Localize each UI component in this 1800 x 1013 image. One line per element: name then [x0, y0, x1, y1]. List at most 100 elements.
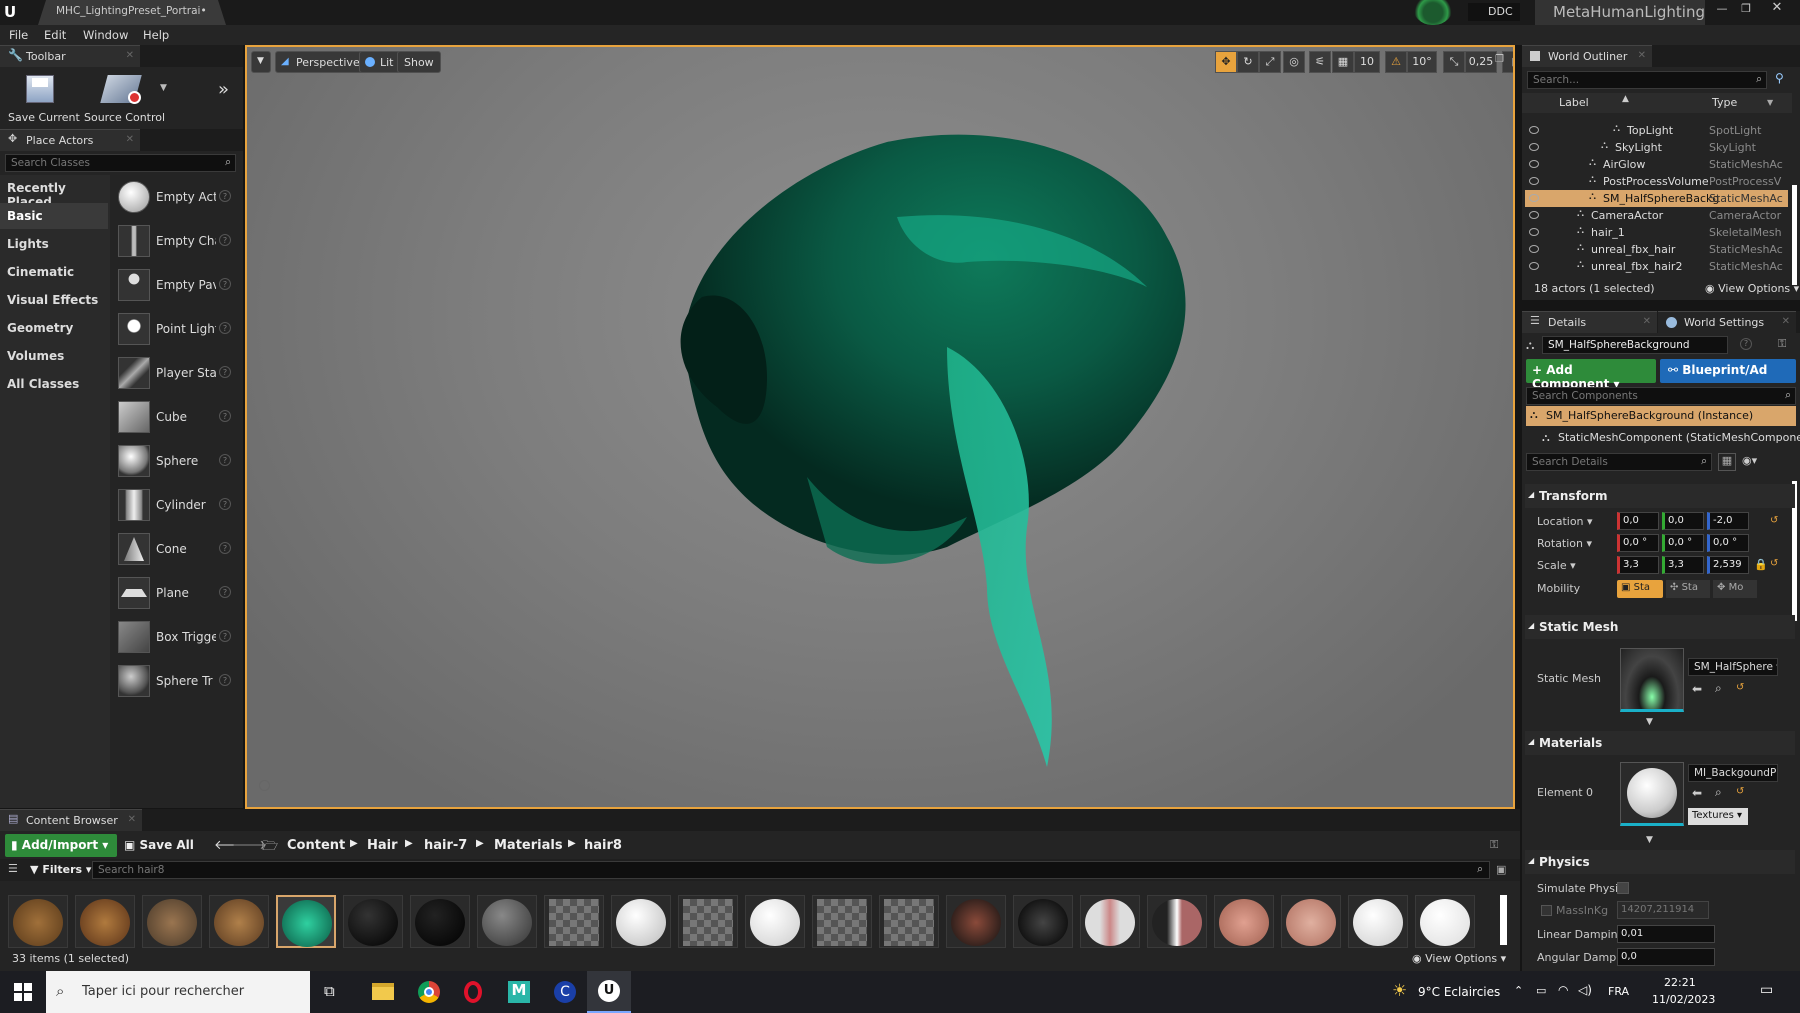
scale-snap-value[interactable]: 0,25 [1465, 51, 1497, 73]
location-z[interactable]: -2,0 [1707, 512, 1749, 530]
content-browser-tab[interactable]: ▤ Content Browser ✕ [0, 809, 142, 831]
lock-icon[interactable]: ⚿ [1490, 838, 1498, 852]
chevron-down-icon[interactable]: ▼ [160, 83, 167, 93]
details-tab[interactable]: ☰ Details ✕ [1522, 311, 1657, 333]
taskbar-search-box[interactable]: ⌕ Taper ici pour rechercher [46, 971, 310, 1013]
scale-snap-icon[interactable]: ⤡ [1443, 51, 1465, 73]
use-selected-arrow-icon[interactable]: ⬅ [1692, 682, 1702, 696]
asset-thumbnail[interactable] [678, 895, 738, 948]
material-thumbnail[interactable] [1620, 762, 1684, 826]
expand-arrow-icon[interactable]: ▼ [1646, 717, 1653, 727]
mass-override-checkbox[interactable] [1541, 905, 1552, 916]
physics-section[interactable]: ◢ Physics [1525, 850, 1795, 874]
component-row[interactable]: ⛬ StaticMeshComponent (StaticMeshCompone… [1542, 431, 1800, 449]
close-window-button[interactable]: ✕ [1762, 0, 1792, 16]
static-mesh-section[interactable]: ◢ Static Mesh [1525, 615, 1795, 639]
lit-button[interactable]: Lit [359, 51, 401, 73]
rotation-label[interactable]: Rotation ▾ [1537, 537, 1592, 550]
reset-arrow-icon[interactable]: ↺ [1770, 558, 1778, 569]
opera-icon[interactable] [464, 981, 482, 1003]
close-icon[interactable]: ✕ [126, 50, 134, 61]
rotation-y[interactable]: 0,0 ° [1662, 534, 1704, 552]
save-current-button[interactable]: Save Current [4, 71, 80, 127]
rotate-tool-icon[interactable]: ↻ [1237, 51, 1259, 73]
show-button[interactable]: Show [397, 51, 441, 73]
add-filter-icon[interactable]: ⚲ [1775, 71, 1784, 85]
file-explorer-icon[interactable] [372, 983, 394, 1000]
save-all-button[interactable]: ▣ Save All [124, 838, 194, 852]
help-icon[interactable]: ? [219, 366, 231, 378]
category-visual-effects[interactable]: Visual Effects [0, 287, 108, 313]
task-view-icon[interactable]: ⧉ [324, 982, 335, 1000]
asset-thumbnail[interactable] [343, 895, 403, 948]
category-recently-placed[interactable]: Recently Placed [0, 175, 108, 209]
type-column[interactable]: Type [1712, 96, 1737, 109]
category-cinematic[interactable]: Cinematic [0, 259, 108, 285]
scale-y[interactable]: 3,3 [1662, 556, 1704, 574]
location-x[interactable]: 0,0 [1617, 512, 1659, 530]
category-lights[interactable]: Lights [0, 231, 108, 257]
outliner-row[interactable]: ⛬ unreal_fbx_hair2 StaticMeshAc [1525, 258, 1788, 275]
add-import-button[interactable]: ▮ Add/Import ▾ [5, 834, 117, 857]
outliner-scrollbar[interactable] [1792, 185, 1797, 285]
breadcrumb-hair[interactable]: Hair [367, 838, 398, 853]
asset-thumbnail[interactable] [1281, 895, 1341, 948]
clock-time[interactable]: 22:21 [1664, 976, 1696, 989]
asset-thumbnail[interactable] [209, 895, 269, 948]
browse-search-icon[interactable]: ⌕ [1715, 681, 1722, 696]
close-icon[interactable]: ✕ [1638, 50, 1646, 61]
asset-thumbnail[interactable] [142, 895, 202, 948]
visibility-eye-icon[interactable] [1529, 126, 1539, 134]
outliner-row[interactable]: ⛬ CameraActor CameraActor [1525, 207, 1788, 224]
mass-field[interactable]: 14207,211914 [1617, 901, 1709, 919]
world-outliner-tab[interactable]: World Outliner ✕ [1522, 45, 1652, 67]
maximize-viewport-icon[interactable]: ❐ [1495, 54, 1504, 65]
asset-thumbnail[interactable] [1415, 895, 1475, 948]
level-tab[interactable]: MHC_LightingPreset_Portrai• [38, 0, 226, 25]
visibility-eye-icon[interactable] [1529, 177, 1539, 185]
maya-icon[interactable]: M [508, 981, 530, 1003]
place-actors-tab[interactable]: ✥ Place Actors ✕ [0, 129, 140, 151]
static-mesh-thumbnail[interactable] [1620, 648, 1684, 712]
visibility-eye-icon[interactable] [1529, 194, 1539, 202]
toolbar-tab[interactable]: 🔧 Toolbar ✕ [0, 45, 140, 67]
close-icon[interactable]: ✕ [128, 814, 136, 825]
actor-empty-pawn[interactable]: Empty Pav? [115, 265, 240, 305]
help-icon[interactable]: ? [219, 234, 231, 246]
category-volumes[interactable]: Volumes [0, 343, 108, 369]
asset-thumbnail[interactable] [879, 895, 939, 948]
linear-damping-field[interactable]: 0,01 [1617, 925, 1715, 943]
minimize-button[interactable]: — [1712, 2, 1732, 16]
actor-empty-actor[interactable]: Empty Act? [115, 177, 240, 217]
reset-arrow-icon[interactable]: ↺ [1770, 515, 1778, 526]
actor-cylinder[interactable]: Cylinder? [115, 485, 240, 525]
actor-plane[interactable]: Plane? [115, 573, 240, 613]
rotation-z[interactable]: 0,0 ° [1707, 534, 1749, 552]
sources-toggle-icon[interactable]: ☰ [8, 862, 18, 875]
unreal-logo-icon[interactable]: U [4, 3, 20, 21]
c4d-icon[interactable]: C [554, 981, 576, 1003]
property-matrix-icon[interactable]: ▦ [1718, 453, 1736, 471]
mobility-stationary-button[interactable]: ✣ Sta [1666, 580, 1710, 598]
mobility-static-button[interactable]: ▣ Sta [1617, 580, 1663, 598]
outliner-row[interactable]: ⛬ AirGlow StaticMeshAc [1525, 156, 1788, 173]
search-details-input[interactable]: Search Details ⌕ [1526, 453, 1712, 471]
browse-search-icon[interactable]: ⌕ [1715, 785, 1722, 800]
scale-tool-icon[interactable]: ⤢ [1259, 51, 1281, 73]
world-local-icon[interactable]: ◎ [1283, 51, 1305, 73]
eye-icon[interactable]: ◉▾ [1742, 454, 1757, 467]
notifications-icon[interactable]: ▭ [1760, 982, 1773, 998]
tray-chevron-icon[interactable]: ⌃ [1514, 984, 1523, 997]
scale-x[interactable]: 3,3 [1617, 556, 1659, 574]
actor-sphere[interactable]: Sphere? [115, 441, 240, 481]
help-icon[interactable]: ? [219, 674, 231, 686]
visibility-eye-icon[interactable] [1529, 211, 1539, 219]
asset-thumbnail[interactable] [611, 895, 671, 948]
windows-start-icon[interactable] [14, 983, 32, 1001]
visibility-eye-icon[interactable] [1529, 262, 1539, 270]
visibility-eye-icon[interactable] [1529, 228, 1539, 236]
outliner-search-input[interactable]: Search... ⌕ [1527, 71, 1767, 89]
perspective-button[interactable]: ◢ Perspective [275, 51, 367, 73]
breadcrumb-hair-7[interactable]: hair-7 [424, 838, 467, 853]
wifi-icon[interactable]: ◠ [1558, 983, 1568, 997]
